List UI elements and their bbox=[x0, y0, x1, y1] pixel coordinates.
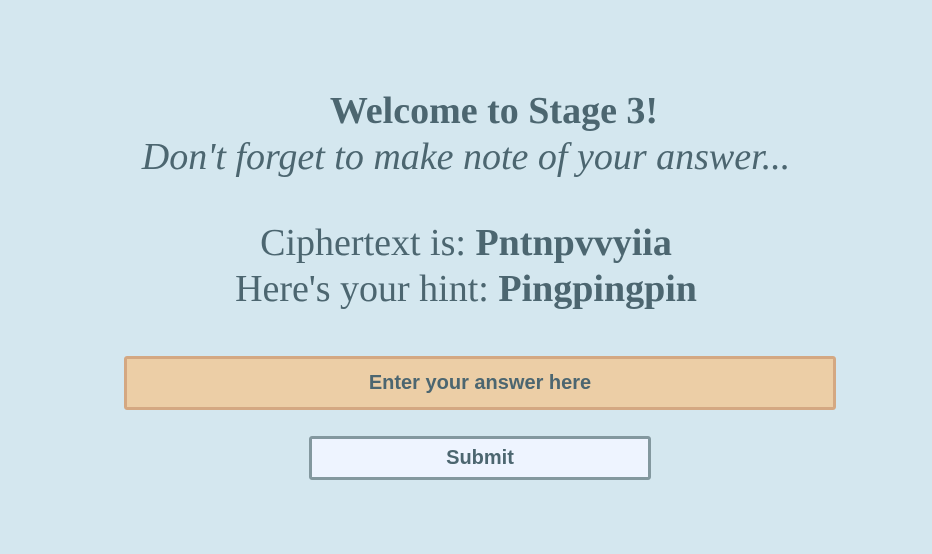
answer-input[interactable] bbox=[124, 356, 836, 410]
submit-button[interactable]: Submit bbox=[309, 436, 651, 480]
hint-line: Here's your hint: Pingpingpin bbox=[0, 266, 932, 312]
ciphertext-label: Ciphertext is: bbox=[260, 222, 476, 264]
page-title: Welcome to Stage 3! bbox=[329, 90, 659, 132]
hint-value: Pingpingpin bbox=[498, 268, 697, 310]
ciphertext-line: Ciphertext is: Pntnpvvyiia bbox=[0, 220, 932, 266]
hint-label: Here's your hint: bbox=[235, 268, 499, 310]
ciphertext-value: Pntnpvvyiia bbox=[475, 222, 672, 264]
page-subtitle: Don't forget to make note of your answer… bbox=[141, 136, 791, 178]
